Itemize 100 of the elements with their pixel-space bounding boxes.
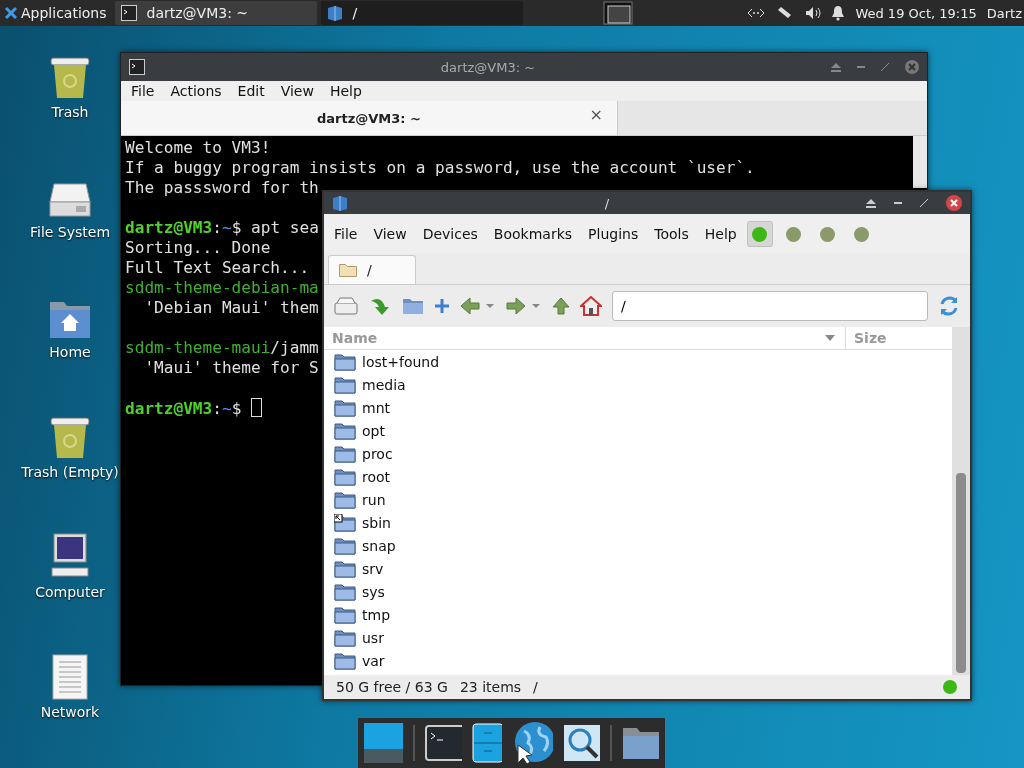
desktop-icon-label[interactable]: File System: [29, 224, 111, 240]
file-name[interactable]: opt: [362, 422, 385, 439]
desktop-icon-label[interactable]: Network: [40, 704, 100, 720]
file-name[interactable]: sbin: [362, 514, 391, 531]
applications-menu[interactable]: Applications: [0, 0, 111, 26]
menu-item[interactable]: Help: [323, 81, 368, 101]
menu-item[interactable]: Plugins: [582, 224, 645, 244]
folder-icon: [334, 605, 356, 624]
trash-icon: [48, 56, 92, 100]
maximize-icon[interactable]: [920, 199, 928, 207]
eject-icon[interactable]: [831, 62, 841, 72]
document-icon: [52, 654, 88, 700]
drive-icon[interactable]: [334, 297, 358, 315]
scrollbar-thumb[interactable]: [956, 473, 966, 673]
folder-icon[interactable]: [402, 297, 424, 315]
folder-icon[interactable]: [621, 726, 659, 760]
path-field[interactable]: /: [612, 291, 928, 321]
file-name[interactable]: snap: [362, 537, 396, 554]
folder-tab[interactable]: /: [328, 255, 416, 284]
refresh-icon[interactable]: [938, 295, 960, 317]
home-icon[interactable]: [580, 296, 602, 316]
folder-icon: [334, 467, 356, 486]
folder-icon: [334, 651, 356, 670]
folder-icon: [339, 263, 357, 277]
desktop-icon-label[interactable]: Home: [49, 344, 91, 360]
file-name[interactable]: proc: [362, 445, 393, 462]
sort-caret-icon: [825, 335, 835, 341]
hard-drive-icon: [48, 180, 92, 220]
folder-icon: [334, 444, 356, 463]
file-name[interactable]: mnt: [362, 399, 390, 416]
tab-close-button[interactable]: ×: [589, 107, 603, 123]
text-cursor: [251, 398, 262, 417]
file-name[interactable]: srv: [362, 560, 384, 577]
trash-icon: [48, 416, 92, 460]
close-icon[interactable]: [946, 195, 962, 211]
window-title: /: [603, 195, 611, 211]
file-name[interactable]: usr: [362, 629, 384, 646]
desktop-icon-label[interactable]: Trash: [51, 104, 89, 120]
taskbar-button[interactable]: dartz@VM3: ~: [114, 1, 317, 25]
filing-cabinet-icon[interactable]: [472, 723, 502, 763]
notification-bell-icon[interactable]: [831, 5, 846, 21]
folder-icon: [334, 559, 356, 578]
folder-icon: [334, 628, 356, 647]
menu-item[interactable]: Help: [698, 224, 743, 244]
item-count: 23 items: [459, 679, 522, 695]
show-desktop-icon[interactable]: [364, 723, 404, 763]
file-name[interactable]: sys: [362, 583, 385, 600]
scrollbar[interactable]: [913, 136, 927, 188]
panel-toggle[interactable]: [746, 221, 773, 247]
terminal-icon[interactable]: [424, 725, 463, 761]
home-folder-icon: [48, 300, 92, 340]
folder-icon: [334, 375, 356, 394]
scrollbar[interactable]: [952, 327, 970, 675]
terminal-icon: [129, 59, 145, 75]
taskbar-button[interactable]: /: [320, 1, 523, 25]
menu-item[interactable]: File: [328, 224, 364, 244]
menu-item[interactable]: File: [125, 81, 161, 101]
folder-icon: [334, 536, 356, 555]
desktop-icon-label[interactable]: Computer: [35, 584, 105, 600]
computer-icon: [48, 532, 92, 580]
eject-icon[interactable]: [866, 198, 876, 208]
volume-icon[interactable]: [805, 6, 822, 20]
menu-item[interactable]: Edit: [231, 81, 271, 101]
forward-arrow-icon[interactable]: [506, 297, 542, 315]
folder-link-icon: [334, 513, 356, 532]
menu-item[interactable]: Bookmarks: [487, 224, 579, 244]
file-name[interactable]: var: [362, 652, 385, 669]
folder-icon: [334, 421, 356, 440]
current-path: /: [533, 679, 538, 695]
workspace-switcher-icon[interactable]: [603, 1, 634, 25]
file-name[interactable]: lost+found: [362, 353, 440, 370]
file-manager-icon: [326, 5, 343, 21]
window-title: dartz@VM3: ~: [439, 59, 537, 75]
menu-item[interactable]: View: [274, 81, 320, 101]
magnifier-icon[interactable]: [562, 724, 600, 762]
terminal-icon: [120, 5, 137, 21]
file-manager-icon: [332, 195, 348, 211]
menu-item[interactable]: Devices: [416, 224, 484, 244]
menu-item[interactable]: Actions: [164, 81, 228, 101]
desktop-icon-label[interactable]: Trash (Empty): [21, 464, 119, 480]
file-name[interactable]: media: [362, 376, 406, 393]
clock[interactable]: Wed 19 Oct, 19:15: [855, 5, 977, 21]
status-indicator-icon: [942, 679, 958, 695]
folder-icon: [334, 398, 356, 417]
user-name[interactable]: Dartz: [986, 5, 1022, 21]
plus-icon[interactable]: [434, 298, 450, 314]
menu-item[interactable]: Tools: [648, 224, 695, 244]
xfce-logo-icon: [4, 6, 18, 20]
folder-icon: [334, 490, 356, 509]
network-icon[interactable]: [747, 7, 766, 19]
file-name[interactable]: tmp: [362, 606, 390, 623]
back-arrow-icon[interactable]: [460, 297, 496, 315]
folder-icon: [334, 352, 356, 371]
maximize-icon[interactable]: [881, 63, 889, 71]
file-name[interactable]: run: [362, 491, 386, 508]
menu-item[interactable]: View: [367, 224, 413, 244]
file-name[interactable]: root: [362, 468, 391, 485]
up-arrow-icon[interactable]: [552, 297, 570, 315]
free-space-text: 50 G free / 63 G: [336, 679, 448, 695]
terminal-tab[interactable]: dartz@VM3: ~ ×: [121, 101, 618, 135]
